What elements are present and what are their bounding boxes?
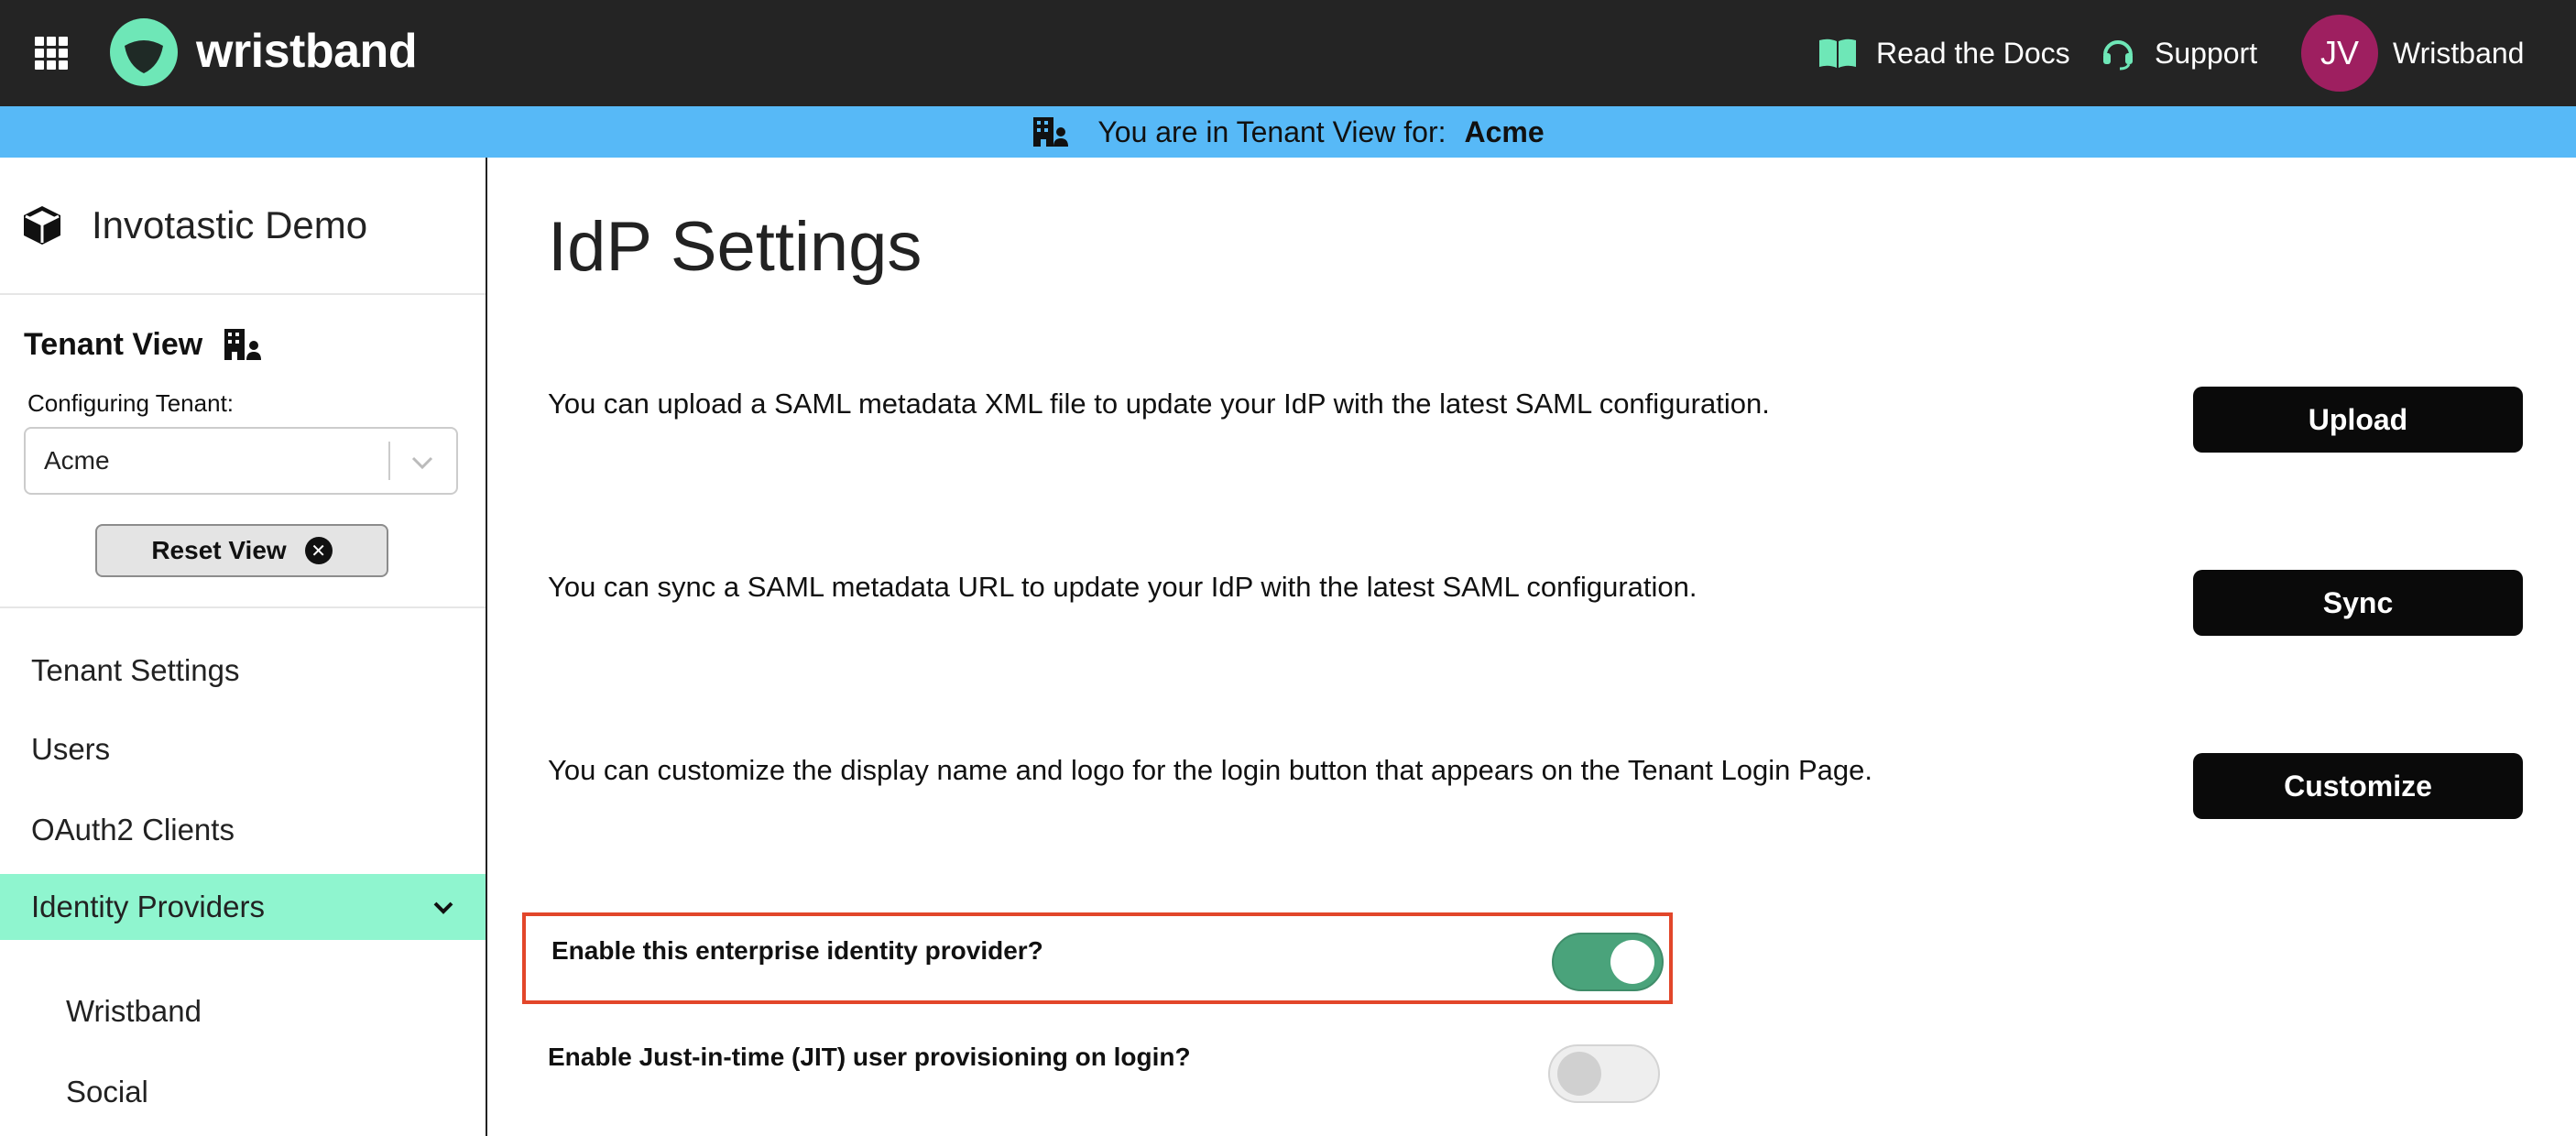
sidebar: Invotastic Demo Tenant View Configuring … bbox=[0, 158, 487, 1136]
select-separator bbox=[388, 442, 390, 480]
page-title: IdP Settings bbox=[548, 208, 922, 286]
chevron-down-icon bbox=[433, 901, 453, 914]
enable-idp-setting: Enable this enterprise identity provider… bbox=[522, 912, 1673, 1004]
tenant-select[interactable]: Acme bbox=[24, 427, 458, 495]
building-user-icon bbox=[1033, 117, 1069, 147]
toggle-knob bbox=[1557, 1052, 1601, 1096]
sidebar-divider bbox=[0, 293, 486, 295]
jit-provisioning-label: Enable Just-in-time (JIT) user provision… bbox=[548, 1043, 1191, 1071]
configuring-tenant-label: Configuring Tenant: bbox=[27, 389, 235, 417]
user-avatar[interactable]: JV bbox=[2301, 15, 2378, 92]
enable-idp-label: Enable this enterprise identity provider… bbox=[551, 936, 1043, 965]
sidebar-item-identity-providers[interactable]: Identity Providers bbox=[0, 874, 486, 940]
banner-text: You are in Tenant View for: bbox=[1097, 115, 1446, 148]
book-icon bbox=[1819, 38, 1856, 68]
upload-button[interactable]: Upload bbox=[2193, 387, 2523, 453]
sidebar-subitem-social[interactable]: Social bbox=[0, 1063, 486, 1121]
app-launcher-grid-icon[interactable] bbox=[35, 37, 68, 70]
upload-description: You can upload a SAML metadata XML file … bbox=[548, 388, 1770, 420]
close-circle-icon: ✕ bbox=[304, 537, 333, 564]
brand-name[interactable]: wristband bbox=[196, 22, 418, 81]
customize-description: You can customize the display name and l… bbox=[548, 754, 1872, 786]
cube-icon bbox=[24, 206, 60, 245]
jit-provisioning-setting: Enable Just-in-time (JIT) user provision… bbox=[522, 1019, 1673, 1110]
application-name: Invotastic Demo bbox=[92, 203, 368, 246]
read-the-docs-label: Read the Docs bbox=[1876, 36, 2070, 70]
headset-icon bbox=[2103, 40, 2133, 71]
enable-idp-toggle[interactable] bbox=[1552, 933, 1664, 991]
read-the-docs-link[interactable]: Read the Docs bbox=[1817, 33, 2070, 73]
building-user-icon bbox=[224, 329, 262, 360]
sync-description: You can sync a SAML metadata URL to upda… bbox=[548, 571, 1697, 603]
tenant-view-label: Tenant View bbox=[24, 327, 203, 362]
sidebar-item-oauth2-clients[interactable]: OAuth2 Clients bbox=[0, 797, 486, 863]
sidebar-subitem-wristband[interactable]: Wristband bbox=[0, 982, 486, 1041]
tenant-view-title: Tenant View bbox=[24, 326, 263, 363]
top-navigation-bar: wristband Read the Docs Support JV Wrist… bbox=[0, 0, 2576, 106]
sidebar-item-users[interactable]: Users bbox=[0, 716, 486, 782]
application-header[interactable]: Invotastic Demo bbox=[22, 202, 367, 249]
support-link[interactable]: Support bbox=[2100, 33, 2257, 73]
toggle-knob bbox=[1610, 940, 1654, 984]
sidebar-divider bbox=[0, 606, 486, 608]
tenant-select-value: Acme bbox=[44, 446, 110, 475]
wristband-logo-icon[interactable] bbox=[110, 18, 178, 86]
sync-button[interactable]: Sync bbox=[2193, 570, 2523, 636]
tenant-view-banner: You are in Tenant View for: Acme bbox=[0, 106, 2576, 158]
account-name[interactable]: Wristband bbox=[2393, 33, 2524, 73]
reset-view-label: Reset View bbox=[151, 536, 287, 564]
support-label: Support bbox=[2155, 36, 2258, 70]
jit-provisioning-toggle[interactable] bbox=[1548, 1044, 1660, 1103]
sidebar-item-tenant-settings[interactable]: Tenant Settings bbox=[0, 638, 486, 704]
chevron-down-icon[interactable] bbox=[409, 449, 436, 476]
customize-button[interactable]: Customize bbox=[2193, 753, 2523, 819]
banner-tenant-name: Acme bbox=[1464, 115, 1545, 148]
sidebar-item-label: Identity Providers bbox=[31, 890, 265, 923]
reset-view-button[interactable]: Reset View ✕ bbox=[95, 524, 388, 577]
